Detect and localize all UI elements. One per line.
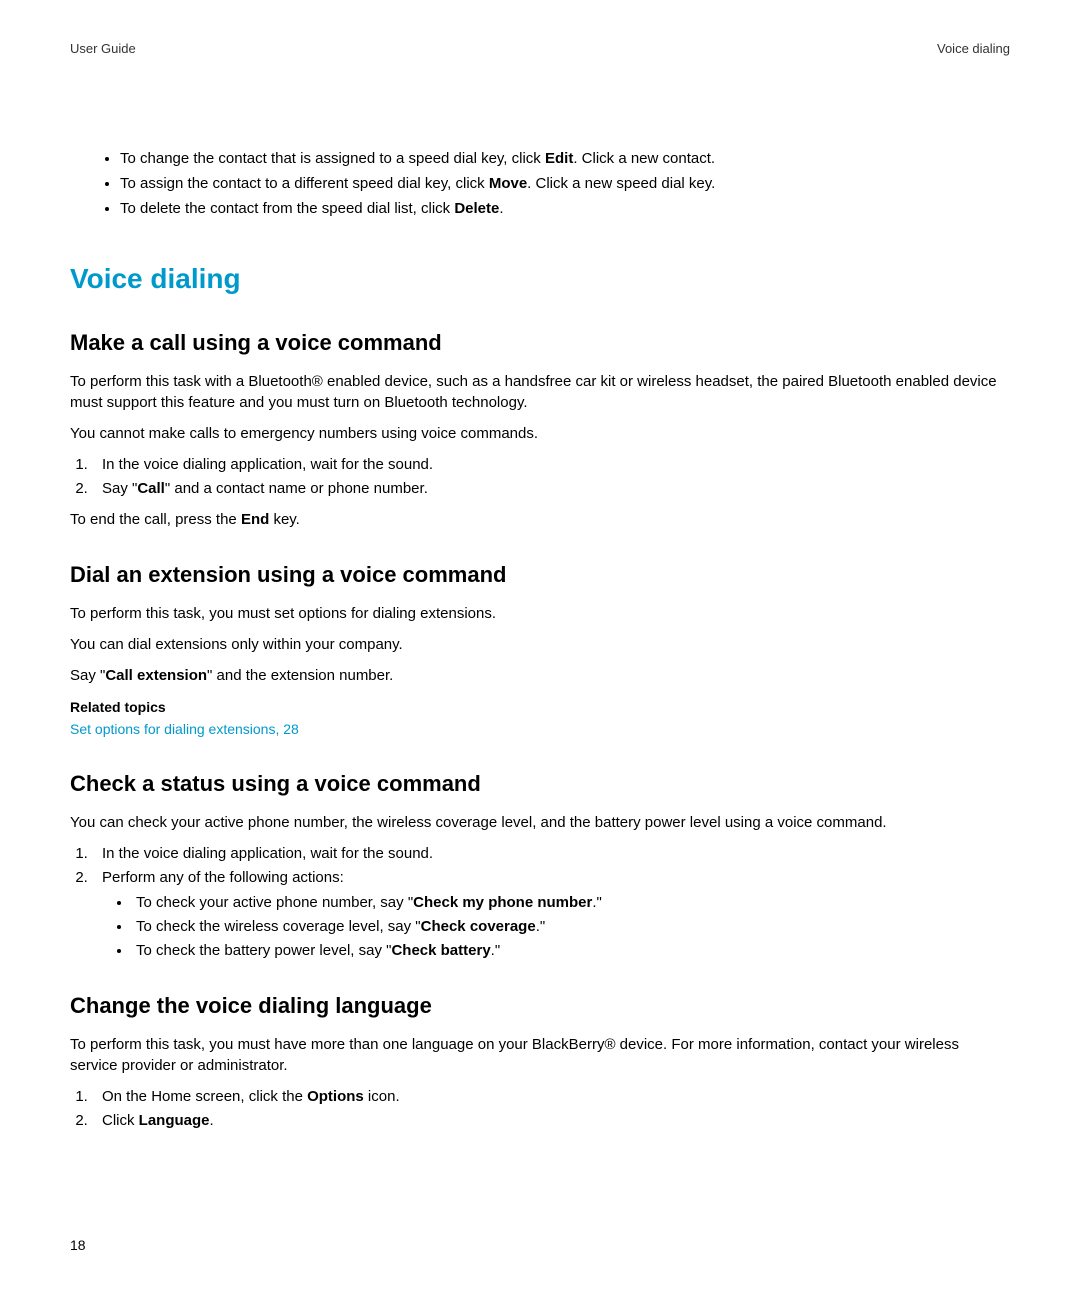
- header-left: User Guide: [70, 40, 136, 58]
- paragraph: You cannot make calls to emergency numbe…: [70, 423, 1010, 444]
- paragraph: To perform this task with a Bluetooth® e…: [70, 371, 1010, 413]
- paragraph: To end the call, press the End key.: [70, 509, 1010, 530]
- section-title-voice-dialing: Voice dialing: [70, 259, 1010, 298]
- list-item: Click Language.: [92, 1110, 1010, 1131]
- list-item: To check your active phone number, say "…: [132, 892, 1010, 913]
- list-item: To check the wireless coverage level, sa…: [132, 916, 1010, 937]
- paragraph: You can dial extensions only within your…: [70, 634, 1010, 655]
- subsection-make-call: Make a call using a voice command: [70, 328, 1010, 359]
- list-item: To check the battery power level, say "C…: [132, 940, 1010, 961]
- subsection-change-language: Change the voice dialing language: [70, 991, 1010, 1022]
- list-item: Perform any of the following actions: To…: [92, 867, 1010, 961]
- ordered-steps: In the voice dialing application, wait f…: [70, 843, 1010, 961]
- paragraph: To perform this task, you must have more…: [70, 1034, 1010, 1076]
- subsection-dial-extension: Dial an extension using a voice command: [70, 560, 1010, 591]
- ordered-steps: On the Home screen, click the Options ic…: [70, 1086, 1010, 1131]
- list-item: In the voice dialing application, wait f…: [92, 843, 1010, 864]
- page-number: 18: [70, 1236, 86, 1256]
- list-item: In the voice dialing application, wait f…: [92, 454, 1010, 475]
- list-item: On the Home screen, click the Options ic…: [92, 1086, 1010, 1107]
- page-header: User Guide Voice dialing: [70, 40, 1010, 58]
- list-item: Say "Call" and a contact name or phone n…: [92, 478, 1010, 499]
- list-item: To assign the contact to a different spe…: [120, 173, 1010, 194]
- subsection-check-status: Check a status using a voice command: [70, 769, 1010, 800]
- paragraph: Say "Call extension" and the extension n…: [70, 665, 1010, 686]
- list-item: To change the contact that is assigned t…: [120, 148, 1010, 169]
- ordered-steps: In the voice dialing application, wait f…: [70, 454, 1010, 499]
- related-topics-label: Related topics: [70, 698, 1010, 718]
- list-item: To delete the contact from the speed dia…: [120, 198, 1010, 219]
- paragraph: To perform this task, you must set optio…: [70, 603, 1010, 624]
- paragraph: You can check your active phone number, …: [70, 812, 1010, 833]
- header-right: Voice dialing: [937, 40, 1010, 58]
- inner-bullet-list: To check your active phone number, say "…: [102, 892, 1010, 961]
- related-topic-link[interactable]: Set options for dialing extensions, 28: [70, 720, 1010, 740]
- top-bullet-list: To change the contact that is assigned t…: [70, 148, 1010, 219]
